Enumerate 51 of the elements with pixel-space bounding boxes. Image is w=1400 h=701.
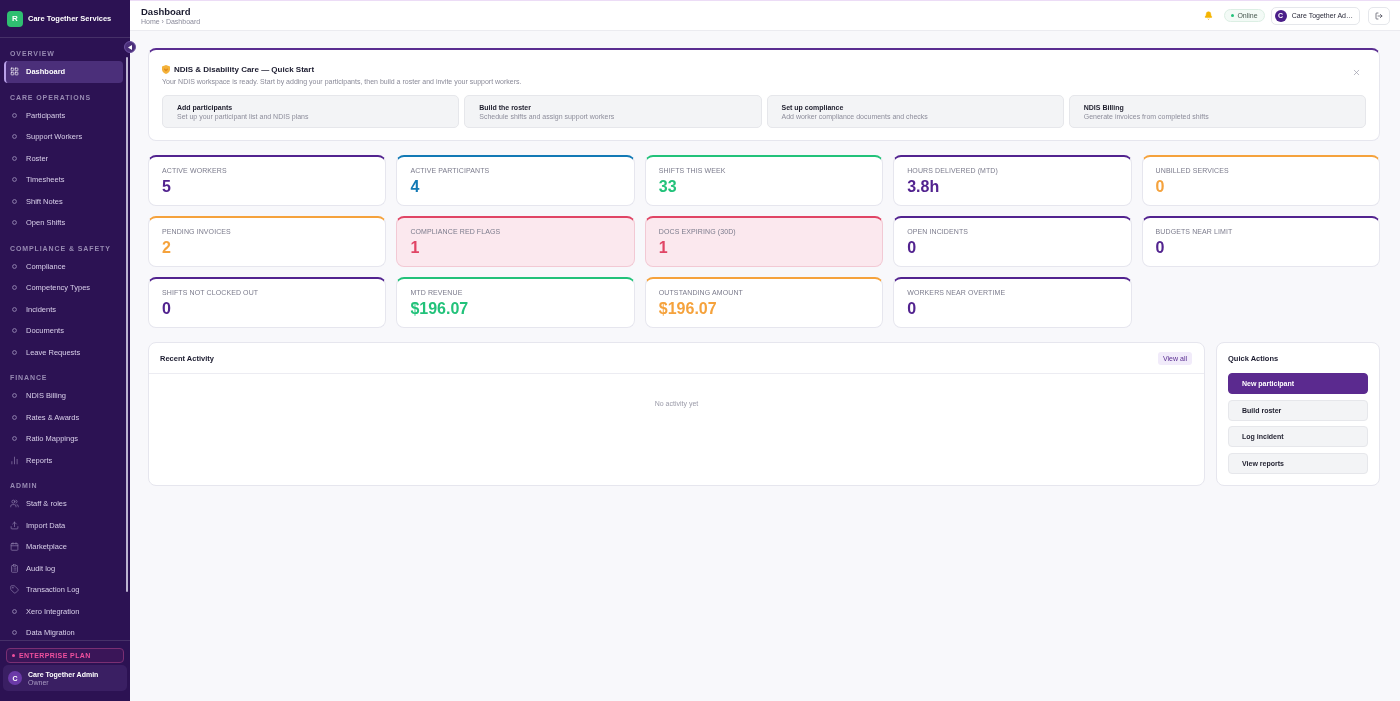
stat-value: 0 — [907, 300, 917, 318]
clipboard-icon — [10, 563, 19, 573]
stat-value: $196.07 — [658, 300, 717, 318]
stat-value: 3.8h — [907, 178, 940, 196]
stat-value: 33 — [658, 178, 677, 196]
stat-value: 5 — [162, 178, 171, 196]
calendar-icon — [10, 542, 19, 552]
stat-value: 1 — [658, 239, 668, 257]
ring-icon — [12, 263, 17, 269]
scrollbar-thumb[interactable] — [126, 57, 128, 592]
ring-icon — [12, 630, 17, 636]
ring-icon — [12, 220, 17, 226]
ring-icon — [12, 134, 17, 140]
bar-chart-icon — [10, 455, 19, 465]
logo-icon: R — [7, 10, 23, 27]
logout-button[interactable] — [1368, 6, 1390, 25]
bell-icon[interactable] — [1204, 11, 1214, 20]
page-title: Dashboard — [141, 6, 192, 17]
ring-icon — [12, 414, 17, 420]
ring-icon — [12, 198, 17, 204]
ring-icon — [12, 155, 17, 161]
card-title: NDIS & Disability Care — Quick Start — [174, 64, 315, 74]
ring-icon — [12, 349, 17, 355]
stat-value: 1 — [410, 239, 420, 257]
dot-icon — [12, 654, 15, 657]
ring-icon — [12, 306, 17, 312]
ring-icon — [12, 608, 17, 614]
grid-icon — [10, 67, 19, 77]
shield-icon — [162, 64, 170, 74]
stat-value: 0 — [1155, 239, 1165, 257]
ring-icon — [12, 112, 17, 118]
close-icon — [1352, 67, 1361, 77]
stat-value: $196.07 — [410, 300, 469, 318]
upload-icon — [10, 520, 19, 530]
stat-value: 2 — [162, 239, 171, 257]
ring-icon — [12, 285, 17, 291]
tag-icon — [10, 585, 19, 595]
logout-icon — [1375, 11, 1383, 20]
ring-icon — [12, 328, 17, 334]
stat-value: 0 — [162, 300, 171, 318]
status-dot-icon — [1231, 14, 1235, 17]
stat-value: 4 — [410, 178, 420, 196]
caret-icon — [128, 44, 132, 50]
ring-icon — [12, 177, 17, 183]
stat-value: 0 — [1155, 178, 1165, 196]
ring-icon — [12, 436, 17, 442]
users-icon — [10, 499, 19, 509]
ring-icon — [12, 393, 17, 399]
stat-value: 0 — [907, 239, 917, 257]
collapse-sidebar-button[interactable] — [124, 41, 136, 53]
close-button[interactable] — [1352, 67, 1361, 77]
